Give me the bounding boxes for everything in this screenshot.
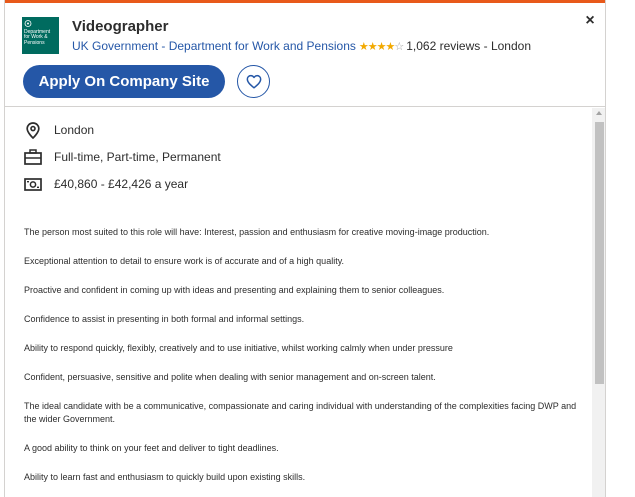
- reviews-count[interactable]: 1,062 reviews: [406, 39, 480, 53]
- meta-job-type-row: Full-time, Part-time, Permanent: [24, 147, 221, 167]
- description-paragraph: Confidence to assist in presenting in bo…: [24, 314, 305, 324]
- briefcase-icon: [24, 148, 42, 166]
- scroll-up-arrow-icon[interactable]: [596, 111, 602, 115]
- apply-button[interactable]: Apply On Company Site: [23, 65, 225, 98]
- separator: -: [480, 39, 491, 53]
- meta-job-type-text: Full-time, Part-time, Permanent: [54, 150, 221, 164]
- meta-location-row: London: [24, 120, 94, 140]
- location-pin-icon: [24, 121, 42, 139]
- banknote-icon: [24, 175, 42, 193]
- description-scrollbar[interactable]: [592, 108, 605, 497]
- description-paragraph: Ability to respond quickly, flexibly, cr…: [24, 343, 453, 353]
- description-paragraph: Confident, persuasive, sensitive and pol…: [24, 372, 436, 382]
- crest-icon: [24, 20, 32, 27]
- close-button[interactable]: ×: [581, 12, 599, 30]
- description-paragraph: Ability to learn fast and enthusiasm to …: [24, 472, 306, 482]
- header-location: London: [490, 39, 531, 53]
- rating-stars[interactable]: ★★★★☆: [358, 41, 404, 53]
- meta-salary-row: £40,860 - £42,426 a year: [24, 174, 188, 194]
- description-paragraph: The ideal candidate with be a communicat…: [24, 401, 577, 424]
- job-title: Videographer: [72, 18, 169, 35]
- scroll-thumb[interactable]: [595, 122, 604, 384]
- heart-icon: [246, 74, 261, 89]
- description-paragraph: The person most suited to this role will…: [24, 227, 490, 237]
- company-line: UK Government - Department for Work and …: [72, 39, 531, 53]
- description-paragraph: A good ability to think on your feet and…: [24, 443, 279, 453]
- empty-star-icon: ☆: [394, 41, 404, 53]
- description-paragraph: Exceptional attention to detail to ensur…: [24, 256, 345, 266]
- description-paragraph: Proactive and confident in coming up wit…: [24, 285, 445, 295]
- job-body: London Full-time, Part-time, Permanent £…: [5, 108, 592, 497]
- logo-text-line: Pensions: [24, 39, 45, 46]
- meta-location-text: London: [54, 123, 95, 137]
- save-job-button[interactable]: [237, 65, 270, 98]
- company-logo: Department for Work & Pensions: [22, 17, 59, 54]
- meta-salary-text: £40,860 - £42,426 a year: [54, 177, 189, 191]
- filled-stars: ★★★★: [358, 41, 395, 53]
- company-link[interactable]: UK Government - Department for Work and …: [72, 39, 356, 53]
- job-detail-panel: Department for Work & Pensions Videograp…: [4, 0, 606, 497]
- job-header: Department for Work & Pensions Videograp…: [5, 3, 605, 107]
